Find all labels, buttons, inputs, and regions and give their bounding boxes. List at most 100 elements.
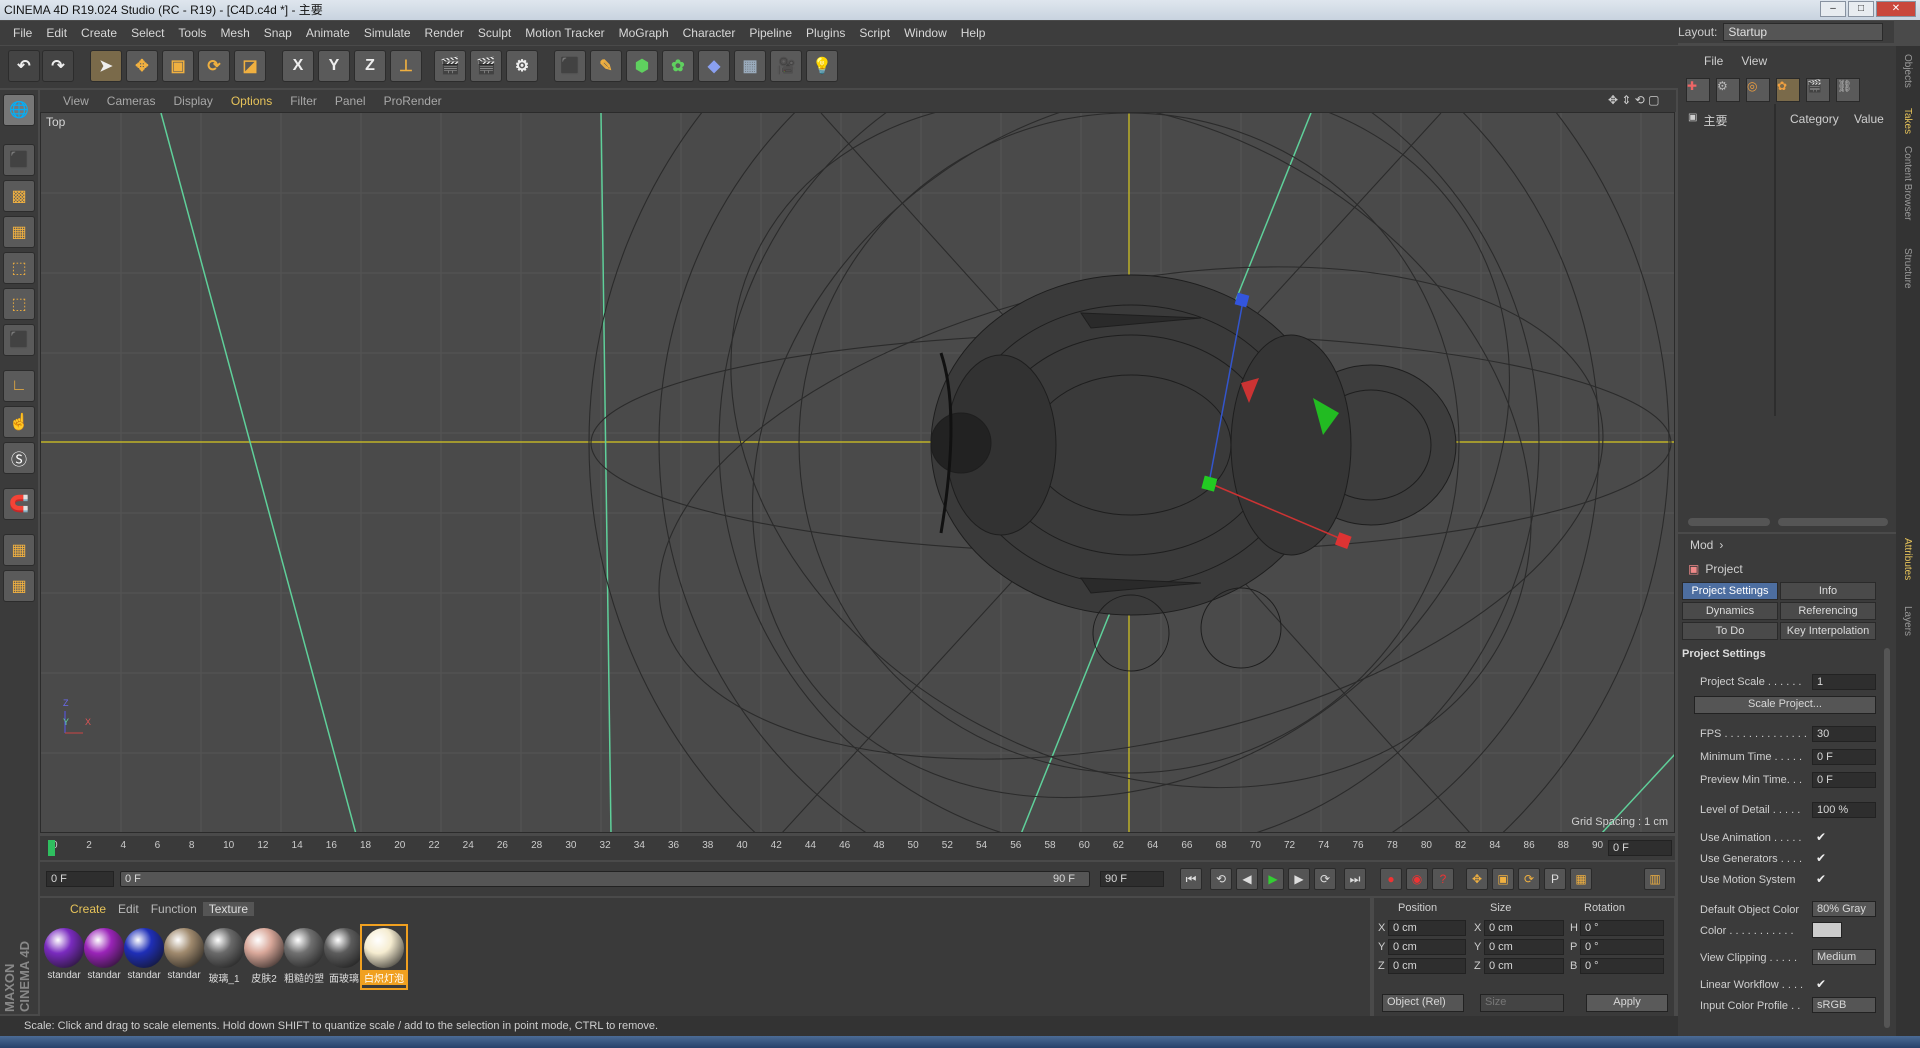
rotation-field[interactable]: 0 ° — [1580, 958, 1664, 974]
view-clipping-dropdown[interactable]: Medium — [1812, 949, 1876, 965]
menu-select[interactable]: Select — [124, 26, 171, 40]
end-frame-field[interactable]: 90 F — [1100, 871, 1164, 887]
menu-plugins[interactable]: Plugins — [799, 26, 852, 40]
go-to-start-icon[interactable]: ⏮ — [1180, 868, 1202, 890]
coordinate-system-icon[interactable]: ⊥ — [390, 50, 422, 82]
solo-icon[interactable]: Ⓢ — [3, 442, 35, 474]
start-frame-field[interactable]: 0 F — [46, 871, 114, 887]
side-tab-objects[interactable]: Objects — [1902, 54, 1913, 88]
take-clone-icon[interactable]: ⚙ — [1716, 78, 1740, 102]
material-swatch[interactable]: standar — [42, 926, 86, 988]
menu-animate[interactable]: Animate — [299, 26, 357, 40]
cube-icon[interactable]: ⬛ — [554, 50, 586, 82]
object-menu-file[interactable]: File — [1704, 54, 1723, 68]
current-frame-field[interactable]: 0 F — [1608, 840, 1672, 856]
object-menu-view[interactable]: View — [1741, 54, 1767, 68]
previous-frame-icon[interactable]: ◀ — [1236, 868, 1258, 890]
side-tab-attributes[interactable]: Attributes — [1902, 538, 1913, 580]
record-active-icon[interactable]: ● — [1380, 868, 1402, 890]
scale-project-button[interactable]: Scale Project... — [1694, 696, 1876, 714]
redo-icon[interactable]: ↷ — [42, 50, 74, 82]
previous-key-icon[interactable]: ⟲ — [1210, 868, 1232, 890]
recent-tool-icon[interactable]: ◪ — [234, 50, 266, 82]
size-field[interactable]: 0 cm — [1484, 920, 1564, 936]
tab-dynamics[interactable]: Dynamics — [1682, 602, 1778, 620]
viewport-menu-panel[interactable]: Panel — [326, 94, 375, 108]
render-view-icon[interactable]: 🎬 — [434, 50, 466, 82]
material-swatch[interactable]: standar — [82, 926, 126, 988]
timeline-scheme-icon[interactable]: ▥ — [1644, 868, 1666, 890]
axis-mode-icon[interactable]: ∟ — [3, 370, 35, 402]
linear-workflow-checkbox[interactable]: ✔ — [1816, 977, 1826, 991]
menu-simulate[interactable]: Simulate — [357, 26, 418, 40]
move-icon[interactable]: ✥ — [126, 50, 158, 82]
edges-mode-icon[interactable]: ⬚ — [3, 288, 35, 320]
material-swatch[interactable]: standar — [162, 926, 206, 988]
tab-project-settings[interactable]: Project Settings — [1682, 582, 1778, 600]
tweak-icon[interactable]: ☝ — [3, 406, 35, 438]
menu-tools[interactable]: Tools — [171, 26, 213, 40]
polygons-mode-icon[interactable]: ⬛ — [3, 324, 35, 356]
material-swatch[interactable]: 皮肤2 — [242, 926, 286, 988]
rotation-field[interactable]: 0 ° — [1580, 920, 1664, 936]
viewport-menu-view[interactable]: View — [54, 94, 98, 108]
project-scale-field[interactable]: 1 — [1812, 674, 1876, 690]
take-tree-item[interactable]: ▣ 主要 — [1688, 112, 1768, 129]
close-button[interactable]: ✕ — [1876, 1, 1916, 17]
key-rotation-icon[interactable]: ⟳ — [1518, 868, 1540, 890]
render-picture-viewer-icon[interactable]: 🎬 — [470, 50, 502, 82]
next-frame-icon[interactable]: ▶ — [1288, 868, 1310, 890]
material-swatch[interactable]: standar — [122, 926, 166, 988]
size-field[interactable]: 0 cm — [1484, 958, 1564, 974]
material-swatch[interactable]: 面玻璃 — [322, 926, 366, 988]
side-tab-takes[interactable]: Takes — [1902, 108, 1913, 134]
select-arrow-icon[interactable]: ➤ — [90, 50, 122, 82]
category-column-header[interactable]: Category — [1790, 112, 1839, 126]
key-position-icon[interactable]: ✥ — [1466, 868, 1488, 890]
axis-z-button[interactable]: Z — [354, 50, 386, 82]
horizontal-scrollbar-left[interactable] — [1688, 518, 1770, 526]
menu-edit[interactable]: Edit — [39, 26, 74, 40]
override-icon[interactable]: ◎ — [1746, 78, 1770, 102]
color-swatch[interactable] — [1812, 922, 1842, 938]
viewport-top[interactable]: Top Z Y X Grid Spacing : 1 cm — [40, 112, 1675, 833]
deformer-icon[interactable]: ◆ — [698, 50, 730, 82]
default-color-dropdown[interactable]: 80% Gray — [1812, 901, 1876, 917]
make-editable-icon[interactable]: 🌐 — [3, 94, 35, 126]
tab-to-do[interactable]: To Do — [1682, 622, 1778, 640]
use-motion-system-checkbox[interactable]: ✔ — [1816, 872, 1826, 886]
viewport-nav-icons[interactable]: ✥ ⇕ ⟲ ▢ — [1608, 93, 1660, 107]
viewport-menu-options[interactable]: Options — [222, 94, 281, 108]
rotate-icon[interactable]: ⟳ — [198, 50, 230, 82]
camera-icon[interactable]: 🎥 — [770, 50, 802, 82]
attr-scrollbar[interactable] — [1884, 648, 1890, 1028]
side-tab-content-browser[interactable]: Content Browser — [1902, 146, 1913, 220]
preview-min-time-field[interactable]: 0 F — [1812, 772, 1876, 788]
go-to-end-icon[interactable]: ⏭ — [1344, 868, 1366, 890]
timeline-playhead[interactable] — [48, 840, 55, 856]
menu-script[interactable]: Script — [852, 26, 897, 40]
scale-icon[interactable]: ▣ — [162, 50, 194, 82]
material-swatch[interactable]: 粗糙的塑 — [282, 926, 326, 988]
light-icon[interactable]: 💡 — [806, 50, 838, 82]
floor-icon[interactable]: ▦ — [734, 50, 766, 82]
workplane-snap-icon[interactable]: ▦ — [3, 570, 35, 602]
points-mode-icon[interactable]: ⬚ — [3, 252, 35, 284]
maximize-button[interactable]: □ — [1848, 1, 1874, 17]
workplane-icon[interactable]: ▦ — [3, 216, 35, 248]
cloner-icon[interactable]: ✿ — [662, 50, 694, 82]
position-field[interactable]: 0 cm — [1388, 958, 1466, 974]
menu-help[interactable]: Help — [954, 26, 993, 40]
use-animation-checkbox[interactable]: ✔ — [1816, 830, 1826, 844]
frame-range-slider[interactable]: 0 F 90 F — [120, 871, 1090, 887]
viewport-menu-display[interactable]: Display — [164, 94, 221, 108]
viewport-menu-cameras[interactable]: Cameras — [98, 94, 165, 108]
min-time-field[interactable]: 0 F — [1812, 749, 1876, 765]
menu-pipeline[interactable]: Pipeline — [742, 26, 799, 40]
next-key-icon[interactable]: ⟳ — [1314, 868, 1336, 890]
axis-x-button[interactable]: X — [282, 50, 314, 82]
tab-referencing[interactable]: Referencing — [1780, 602, 1876, 620]
menu-mograph[interactable]: MoGraph — [612, 26, 676, 40]
take-add-icon[interactable]: ✚ — [1686, 78, 1710, 102]
menu-create[interactable]: Create — [74, 26, 124, 40]
